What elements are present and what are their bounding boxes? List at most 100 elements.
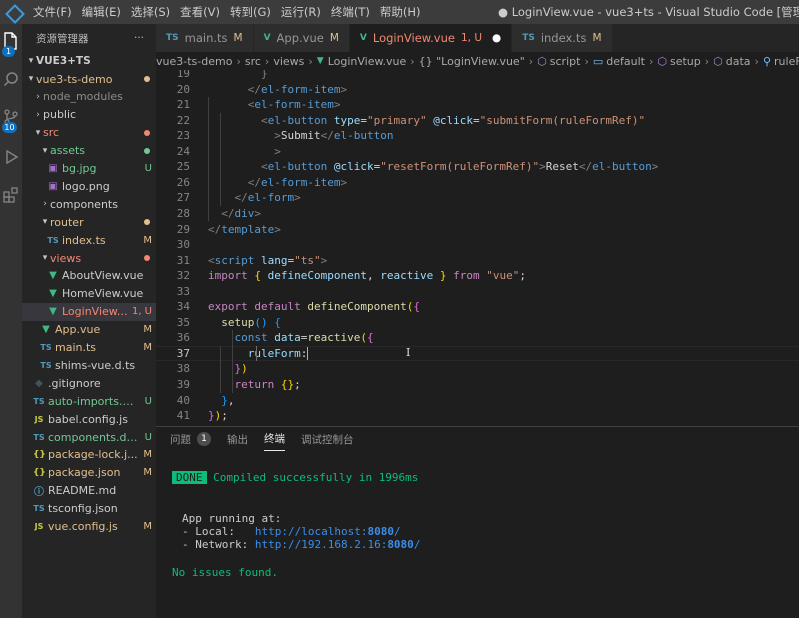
tab-loginview-vue[interactable]: V LoginView.vue 1, U ● xyxy=(349,24,513,52)
code-token: > xyxy=(539,160,546,174)
vue-file-icon: ▼ xyxy=(49,270,57,282)
code-editor[interactable]: 19 } 20 </el-form-item> 21 <el-form-item> 2… xyxy=(156,70,799,422)
tree-file[interactable]: ▣ bg.jpg U xyxy=(22,160,156,178)
tree-file[interactable]: ◆ .gitignore xyxy=(22,374,156,392)
run-debug-icon[interactable] xyxy=(2,148,20,166)
tree-file[interactable]: {} package.json M xyxy=(22,464,156,482)
tree-folder[interactable]: › components xyxy=(22,195,156,213)
tree-file[interactable]: JS babel.config.js xyxy=(22,410,156,428)
menu-item[interactable]: 运行(R) xyxy=(276,0,326,24)
tab-label: main.ts xyxy=(184,31,228,45)
breadcrumb-item[interactable]: vue3-ts-demo xyxy=(156,55,232,68)
tab-index-ts[interactable]: TS index.ts M xyxy=(512,24,613,52)
breadcrumb-item[interactable]: ⚲ruleForm xyxy=(763,55,799,68)
tree-folder[interactable]: ▾ src xyxy=(22,124,156,142)
breadcrumb-label: ruleForm xyxy=(774,54,799,68)
typescript-file-icon: TS xyxy=(33,504,45,514)
code-line: 31 <script lang="ts"> xyxy=(156,253,799,269)
menu-item[interactable]: 选择(S) xyxy=(126,0,175,24)
panel-tab[interactable]: 调试控制台 xyxy=(301,427,354,451)
code-text: }); xyxy=(190,408,228,422)
tree-folder[interactable]: ▾ views xyxy=(22,249,156,267)
tree-folder[interactable]: ▾ assets xyxy=(22,142,156,160)
tab-app-vue[interactable]: V App.vue M xyxy=(253,24,350,52)
workspace-name: VUE3+TS xyxy=(36,55,91,67)
panel-tab[interactable]: 输出 xyxy=(227,427,248,451)
panel-tab-label: 问题 xyxy=(170,433,191,446)
code-line: 29 </template> xyxy=(156,222,799,238)
code-text: </el-form> xyxy=(190,190,300,206)
code-line: 25 <el-button @click="resetForm(ruleForm… xyxy=(156,159,799,175)
more-actions-icon[interactable]: ··· xyxy=(134,32,144,44)
menu-item[interactable]: 帮助(H) xyxy=(375,0,426,24)
tree-file[interactable]: ▼ App.vue M xyxy=(22,321,156,339)
tree-folder[interactable]: ▾ router xyxy=(22,213,156,231)
typescript-file-icon: TS xyxy=(166,33,179,43)
network-url-link[interactable]: http://192.168.2.16:8080/ xyxy=(255,538,421,551)
tab-main-ts[interactable]: TS main.ts M xyxy=(156,24,254,52)
menu-item[interactable]: 编辑(E) xyxy=(77,0,126,24)
breadcrumb-item[interactable]: ⬡ setup xyxy=(657,55,700,68)
indent-guide xyxy=(220,112,221,206)
breadcrumb-item[interactable]: views xyxy=(273,55,304,68)
breadcrumb-item[interactable]: {} "LoginView.vue" xyxy=(419,55,525,68)
panel-tabs: 问题 1 输出 终端 调试控制台 xyxy=(156,427,799,451)
tree-file[interactable]: TS auto-imports.d.ts U xyxy=(22,392,156,410)
extensions-icon[interactable] xyxy=(2,186,20,204)
tree-file[interactable]: TS tsconfig.json xyxy=(22,500,156,518)
panel-tab[interactable]: 终端 xyxy=(264,427,285,451)
breadcrumb-item[interactable]: ⬡ data xyxy=(713,55,750,68)
code-token: > xyxy=(340,175,348,189)
breadcrumb-item[interactable]: ▼ LoginView.vue xyxy=(317,55,406,68)
search-icon[interactable] xyxy=(2,70,20,88)
git-status-badge: M xyxy=(143,342,152,353)
code-token: < xyxy=(208,160,268,174)
code-line: 39 return {}; xyxy=(156,377,799,393)
tree-file[interactable]: JS vue.config.js M xyxy=(22,518,156,536)
breadcrumb-label: src xyxy=(244,54,261,68)
tree-file[interactable]: ▼ LoginView.... 1, U xyxy=(22,302,156,321)
line-number: 26 xyxy=(176,175,190,189)
tree-file[interactable]: TS components.d.ts U xyxy=(22,428,156,446)
code-text: </el-form-item> xyxy=(190,82,347,98)
breadcrumb-item[interactable]: ▭ default xyxy=(593,55,645,68)
workspace-root[interactable]: ▾ VUE3+TS xyxy=(22,52,156,70)
breadcrumb-item[interactable]: ⬡ script xyxy=(537,55,580,68)
app-running-text: App running at: xyxy=(182,512,282,525)
tree-file[interactable]: ▣ logo.png xyxy=(22,177,156,195)
tree-file[interactable]: TS index.ts M xyxy=(22,231,156,249)
tree-file[interactable]: TS main.ts M xyxy=(22,339,156,357)
symbol-icon: ⬡ xyxy=(537,54,547,68)
code-text: </div> xyxy=(190,206,261,222)
network-url-host: http://192.168.2.16: xyxy=(254,538,388,551)
menu-item[interactable]: 查看(V) xyxy=(175,0,225,24)
tree-folder[interactable]: ▾ vue3-ts-demo xyxy=(22,70,156,88)
unsaved-dot-icon[interactable]: ● xyxy=(492,32,501,44)
code-text: return {}; xyxy=(190,377,301,393)
tree-file[interactable]: ⓘ README.md xyxy=(22,482,156,500)
line-number: 35 xyxy=(176,315,190,329)
tree-item-label: LoginView.... xyxy=(62,305,128,319)
code-line: 37 ruleForm: xyxy=(156,346,799,362)
tree-folder[interactable]: › node_modules xyxy=(22,88,156,106)
typescript-file-icon: TS xyxy=(33,432,45,442)
tree-file[interactable]: ▼ AboutView.vue xyxy=(22,267,156,285)
local-url-link[interactable]: http://localhost:8080/ xyxy=(255,525,401,538)
markdown-file-icon: ⓘ xyxy=(34,487,44,499)
menu-item[interactable]: 文件(F) xyxy=(28,0,77,24)
menu-item[interactable]: 转到(G) xyxy=(225,0,276,24)
breadcrumb-item[interactable]: src xyxy=(245,55,261,68)
code-token: "resetForm(ruleFormRef)" xyxy=(380,160,540,174)
code-token: = xyxy=(360,113,367,127)
code-token: "submitForm(ruleFormRef)" xyxy=(479,113,646,127)
tree-file[interactable]: TS shims-vue.d.ts xyxy=(22,356,156,374)
menu-item[interactable]: 终端(T) xyxy=(326,0,375,24)
code-text: > xyxy=(190,144,281,160)
panel-tab[interactable]: 问题 1 xyxy=(170,427,211,451)
tree-file[interactable]: {} package-lock.j... M xyxy=(22,446,156,464)
tree-folder[interactable]: › public xyxy=(22,106,156,124)
symbol-icon: ▭ xyxy=(592,54,604,68)
tree-file[interactable]: ▼ HomeView.vue xyxy=(22,285,156,303)
line-number: 39 xyxy=(176,378,190,391)
